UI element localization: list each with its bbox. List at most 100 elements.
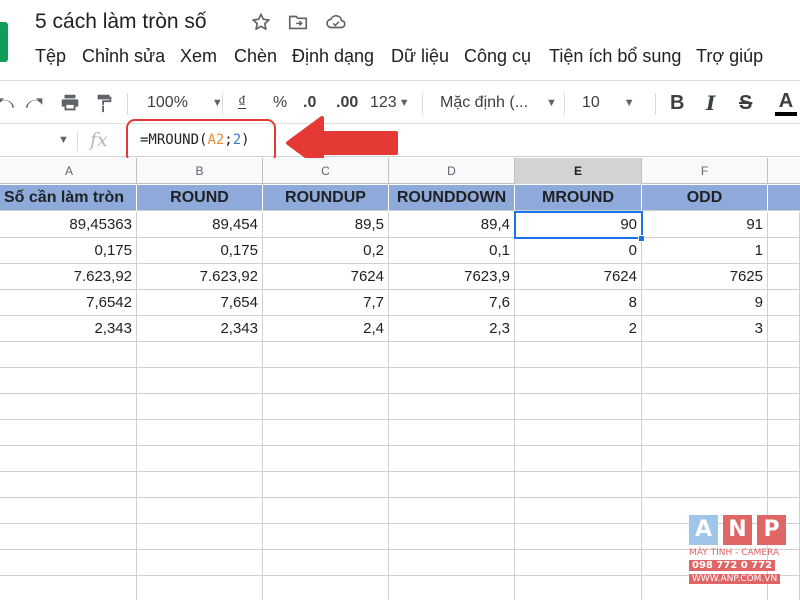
empty-cell[interactable]: [0, 446, 137, 472]
empty-cell[interactable]: [263, 498, 389, 524]
empty-cell[interactable]: [768, 394, 800, 420]
bold-button[interactable]: B: [670, 81, 684, 125]
empty-cell[interactable]: [515, 394, 642, 420]
empty-cell[interactable]: [515, 498, 642, 524]
empty-cell[interactable]: [768, 446, 800, 472]
empty-cell[interactable]: [642, 420, 768, 446]
column-header-a[interactable]: A: [2, 158, 137, 184]
empty-cell[interactable]: [768, 472, 800, 498]
empty-cell[interactable]: [137, 576, 263, 600]
empty-cell[interactable]: [768, 368, 800, 394]
column-header-b[interactable]: B: [137, 158, 263, 184]
table-cell[interactable]: [768, 212, 800, 238]
menu-insert[interactable]: Chèn: [234, 46, 277, 67]
column-header-d[interactable]: D: [389, 158, 515, 184]
header-cell-number[interactable]: Số cần làm tròn: [0, 185, 137, 211]
header-cell-mround[interactable]: MROUND: [515, 185, 642, 211]
empty-cell[interactable]: [137, 446, 263, 472]
header-cell-extra[interactable]: [768, 185, 800, 211]
empty-cell[interactable]: [642, 446, 768, 472]
empty-cell[interactable]: [0, 394, 137, 420]
table-cell[interactable]: 8: [515, 290, 642, 316]
menu-tools[interactable]: Công cụ: [464, 46, 531, 67]
table-cell[interactable]: 91: [642, 212, 768, 238]
menu-file[interactable]: Tệp: [35, 46, 66, 67]
empty-cell[interactable]: [263, 472, 389, 498]
empty-cell[interactable]: [515, 472, 642, 498]
table-cell[interactable]: 7.623,92: [137, 264, 263, 290]
empty-cell[interactable]: [137, 394, 263, 420]
empty-cell[interactable]: [389, 576, 515, 600]
document-title[interactable]: 5 cách làm tròn số: [35, 10, 207, 34]
column-header-g[interactable]: [768, 158, 800, 184]
table-cell[interactable]: 7624: [515, 264, 642, 290]
column-header-e[interactable]: E: [515, 158, 642, 184]
empty-cell[interactable]: [642, 472, 768, 498]
empty-cell[interactable]: [515, 420, 642, 446]
font-size-select[interactable]: 10 ▼: [582, 81, 635, 125]
menu-edit[interactable]: Chỉnh sửa: [82, 46, 165, 67]
empty-cell[interactable]: [263, 550, 389, 576]
empty-cell[interactable]: [137, 550, 263, 576]
font-family-select[interactable]: Mặc định (... ▼: [440, 81, 557, 125]
empty-cell[interactable]: [0, 498, 137, 524]
table-cell[interactable]: 2,3: [389, 316, 515, 342]
empty-cell[interactable]: [389, 342, 515, 368]
empty-cell[interactable]: [137, 342, 263, 368]
column-header-c[interactable]: C: [263, 158, 389, 184]
cloud-saved-icon[interactable]: [325, 11, 347, 33]
empty-cell[interactable]: [515, 550, 642, 576]
empty-cell[interactable]: [263, 368, 389, 394]
text-color-button[interactable]: A: [775, 81, 797, 125]
header-cell-odd[interactable]: ODD: [642, 185, 768, 211]
menu-help[interactable]: Trợ giúp: [696, 46, 763, 67]
empty-cell[interactable]: [515, 576, 642, 600]
empty-cell[interactable]: [137, 498, 263, 524]
table-cell[interactable]: 89,4: [389, 212, 515, 238]
empty-cell[interactable]: [642, 394, 768, 420]
menu-view[interactable]: Xem: [180, 46, 217, 67]
redo-icon[interactable]: [24, 81, 46, 125]
empty-cell[interactable]: [389, 420, 515, 446]
chevron-down-icon[interactable]: ▼: [58, 134, 69, 146]
empty-cell[interactable]: [263, 394, 389, 420]
empty-cell[interactable]: [0, 550, 137, 576]
paint-format-icon[interactable]: [93, 81, 115, 125]
empty-cell[interactable]: [0, 472, 137, 498]
empty-cell[interactable]: [515, 368, 642, 394]
empty-cell[interactable]: [515, 524, 642, 550]
table-cell[interactable]: 7,654: [137, 290, 263, 316]
empty-cell[interactable]: [389, 368, 515, 394]
print-icon[interactable]: [59, 81, 81, 125]
italic-button[interactable]: I: [706, 81, 715, 125]
empty-cell[interactable]: [137, 420, 263, 446]
table-cell[interactable]: 1: [642, 238, 768, 264]
empty-cell[interactable]: [137, 524, 263, 550]
table-cell[interactable]: 2: [515, 316, 642, 342]
empty-cell[interactable]: [389, 550, 515, 576]
empty-cell[interactable]: [0, 524, 137, 550]
table-cell[interactable]: 7,6: [389, 290, 515, 316]
empty-cell[interactable]: [137, 472, 263, 498]
table-cell[interactable]: 0: [515, 238, 642, 264]
table-cell[interactable]: 89,454: [137, 212, 263, 238]
empty-cell[interactable]: [263, 576, 389, 600]
table-cell[interactable]: 0,1: [389, 238, 515, 264]
empty-cell[interactable]: [642, 368, 768, 394]
table-cell[interactable]: 0,175: [137, 238, 263, 264]
table-cell[interactable]: 0,175: [0, 238, 137, 264]
table-cell[interactable]: 7625: [642, 264, 768, 290]
empty-cell[interactable]: [515, 342, 642, 368]
table-cell[interactable]: 3: [642, 316, 768, 342]
strikethrough-button[interactable]: S: [739, 81, 752, 125]
empty-cell[interactable]: [137, 368, 263, 394]
table-cell[interactable]: 7,7: [263, 290, 389, 316]
empty-cell[interactable]: [389, 446, 515, 472]
column-header-f[interactable]: F: [642, 158, 768, 184]
menu-data[interactable]: Dữ liệu: [391, 46, 449, 67]
table-cell[interactable]: 0,2: [263, 238, 389, 264]
table-cell[interactable]: [768, 290, 800, 316]
empty-cell[interactable]: [263, 446, 389, 472]
empty-cell[interactable]: [0, 576, 137, 600]
empty-cell[interactable]: [0, 342, 137, 368]
